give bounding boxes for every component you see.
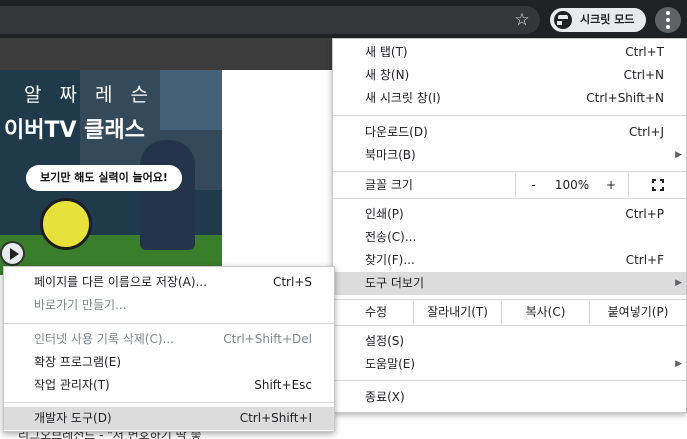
menu-item-new-window[interactable]: 새 창(N) Ctrl+N	[333, 64, 686, 87]
chevron-right-icon: ▶	[675, 150, 682, 160]
menu-item-more-tools[interactable]: 도구 더보기 ▶	[333, 272, 686, 295]
chevron-right-icon: ▶	[675, 278, 682, 288]
cut-button[interactable]: 잘라내기(T)	[413, 301, 501, 324]
submenu-item-clear-browsing-data[interactable]: 인터넷 사용 기록 삭제(C)... Ctrl+Shift+Del	[4, 328, 334, 351]
submenu-item-shortcut: Shift+Esc	[254, 378, 312, 392]
menu-item-new-incognito-window[interactable]: 새 시크릿 창(I) Ctrl+Shift+N	[333, 87, 686, 110]
copy-button[interactable]: 복사(C)	[501, 301, 589, 324]
menu-item-bookmarks[interactable]: 북마크(B) ▶	[333, 144, 686, 167]
zoom-in-button[interactable]: +	[593, 173, 629, 197]
star-icon[interactable]: ☆	[512, 8, 532, 32]
menu-item-label: 도움말(E)	[365, 357, 416, 371]
menu-separator	[333, 325, 686, 326]
submenu-item-label: 작업 관리자(T)	[34, 378, 110, 392]
chrome-main-menu: 새 탭(T) Ctrl+T 새 창(N) Ctrl+N 새 시크릿 창(I) C…	[332, 38, 687, 413]
menu-item-help[interactable]: 도움말(E) ▶	[333, 353, 686, 376]
menu-item-cast[interactable]: 전송(C)...	[333, 226, 686, 249]
ad-bubble: 보기만 해도 실력이 늘어요!	[26, 165, 182, 191]
submenu-separator	[4, 402, 334, 403]
menu-separator	[333, 115, 686, 116]
menu-item-label: 인쇄(P)	[365, 207, 404, 221]
menu-item-exit[interactable]: 종료(X)	[333, 386, 686, 409]
copy-label: 복사(C)	[525, 305, 566, 319]
submenu-item-save-as[interactable]: 페이지를 다른 이름으로 저장(A)... Ctrl+S	[4, 271, 334, 294]
zoom-in-label: +	[605, 178, 617, 192]
menu-item-label: 새 창(N)	[365, 68, 410, 82]
edit-row: 수정 잘라내기(T) 복사(C) 붙여넣기(P)	[333, 301, 686, 324]
menu-separator	[333, 198, 686, 199]
menu-item-shortcut: Ctrl+J	[629, 125, 664, 139]
address-bar[interactable]	[0, 6, 540, 34]
more-tools-submenu: 페이지를 다른 이름으로 저장(A)... Ctrl+S 바로가기 만들기...…	[3, 266, 335, 432]
banner-background-logo	[160, 70, 222, 130]
zoom-out-button[interactable]: -	[515, 173, 551, 197]
fullscreen-button[interactable]	[628, 173, 686, 197]
menu-item-shortcut: Ctrl+T	[625, 45, 664, 59]
edit-label: 수정	[365, 305, 388, 319]
menu-item-label: 새 시크릿 창(I)	[365, 91, 441, 105]
menu-item-label: 종료(X)	[365, 390, 405, 404]
menu-separator	[333, 299, 686, 300]
ad-top-text: 알 짜 레 슨	[24, 84, 155, 106]
menu-item-label: 찾기(F)...	[365, 253, 415, 267]
zoom-out-label: -	[531, 178, 536, 192]
fullscreen-icon	[652, 179, 664, 191]
paste-label: 붙여넣기(P)	[607, 305, 669, 319]
menu-separator	[333, 380, 686, 381]
submenu-item-extensions[interactable]: 확장 프로그램(E)	[4, 351, 334, 374]
menu-item-shortcut: Ctrl+P	[625, 207, 664, 221]
menu-item-shortcut: Ctrl+F	[625, 253, 664, 267]
cut-label: 잘라내기(T)	[427, 305, 488, 319]
incognito-label: 시크릿 모드	[580, 13, 635, 26]
menu-item-label: 설정(S)	[365, 334, 405, 348]
submenu-separator	[4, 323, 334, 324]
menu-item-downloads[interactable]: 다운로드(D) Ctrl+J	[333, 121, 686, 144]
paste-button[interactable]: 붙여넣기(P)	[589, 301, 686, 324]
zoom-value: 100%	[554, 178, 590, 192]
menu-item-shortcut: Ctrl+N	[623, 68, 664, 82]
menu-item-label: 북마크(B)	[365, 148, 416, 162]
menu-item-label: 새 탭(T)	[365, 45, 408, 59]
submenu-item-label: 페이지를 다른 이름으로 저장(A)...	[34, 275, 207, 289]
menu-item-settings[interactable]: 설정(S)	[333, 330, 686, 353]
submenu-item-shortcut: Ctrl+S	[272, 275, 312, 289]
submenu-item-create-shortcut[interactable]: 바로가기 만들기...	[4, 294, 334, 317]
zoom-level: 100%	[551, 173, 593, 197]
more-vert-icon[interactable]	[655, 7, 681, 33]
menu-item-new-tab[interactable]: 새 탭(T) Ctrl+T	[333, 41, 686, 64]
banner-ball-image	[40, 198, 92, 250]
menu-item-find[interactable]: 찾기(F)... Ctrl+F	[333, 249, 686, 272]
menu-item-shortcut: Ctrl+Shift+N	[586, 91, 664, 105]
menu-separator	[333, 171, 686, 172]
browser-toolbar: ☆ 시크릿 모드	[0, 0, 687, 38]
menu-item-label: 도구 더보기	[365, 276, 425, 290]
submenu-item-developer-tools[interactable]: 개발자 도구(D) Ctrl+Shift+I	[4, 407, 334, 430]
incognito-icon	[554, 11, 579, 29]
banner-player-image	[140, 140, 195, 250]
submenu-item-label: 바로가기 만들기...	[34, 298, 127, 312]
incognito-badge[interactable]: 시크릿 모드	[550, 8, 646, 32]
submenu-item-task-manager[interactable]: 작업 관리자(T) Shift+Esc	[4, 374, 334, 397]
submenu-item-label: 개발자 도구(D)	[34, 411, 112, 425]
submenu-item-label: 인터넷 사용 기록 삭제(C)...	[34, 332, 174, 346]
menu-item-label: 전송(C)...	[365, 230, 417, 244]
ad-title: 이버TV 클래스	[4, 118, 145, 143]
menu-item-print[interactable]: 인쇄(P) Ctrl+P	[333, 203, 686, 226]
submenu-item-label: 확장 프로그램(E)	[34, 355, 122, 369]
zoom-row: 글꼴 크기 - 100% +	[333, 173, 686, 197]
submenu-item-shortcut: Ctrl+Shift+Del	[223, 332, 312, 346]
menu-item-label: 다운로드(D)	[365, 125, 428, 139]
chevron-right-icon: ▶	[675, 359, 682, 369]
submenu-item-shortcut: Ctrl+Shift+I	[239, 411, 312, 425]
zoom-label: 글꼴 크기	[365, 178, 413, 192]
play-icon[interactable]	[0, 241, 25, 266]
